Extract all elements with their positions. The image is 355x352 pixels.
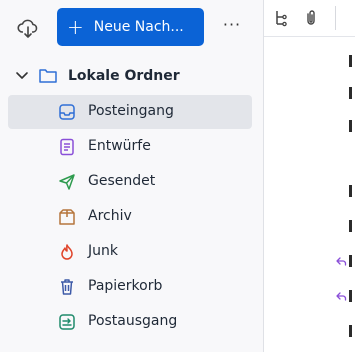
inbox-icon [59,104,75,120]
message-list-pane [264,0,355,352]
column-divider [335,6,336,30]
drafts-icon [60,138,74,156]
folder-icon [39,69,57,83]
sent-icon [59,174,75,190]
folder-toolbar: + Neue Nach... ··· [0,0,263,50]
folder-junk[interactable]: Junk [8,235,252,269]
folder-label: Gesendet [88,173,156,189]
message-row-marker [349,87,352,99]
message-row-marker [349,185,352,197]
message-row-marker [349,120,352,132]
folder-label: Junk [88,243,118,259]
message-list-header [264,0,355,37]
message-row-marker [349,325,352,337]
junk-icon [61,244,73,260]
plus-icon: + [67,15,84,39]
folder-inbox[interactable]: Posteingang [8,95,252,129]
message-row-marker [349,290,352,302]
folder-archive[interactable]: Archiv [8,200,252,234]
thread-icon[interactable] [274,9,288,27]
message-row-marker [349,55,352,67]
message-row-marker [349,220,352,232]
message-row-marker [349,255,352,267]
reply-icon [336,257,347,266]
folder-outbox[interactable]: Postausgang [8,305,252,339]
attachment-icon[interactable] [304,9,318,27]
chevron-down-icon [16,72,28,79]
folder-label: Archiv [88,208,132,224]
folder-drafts[interactable]: Entwürfe [8,130,252,164]
outbox-icon [59,314,75,330]
reply-icon [336,292,347,301]
get-messages-button[interactable] [16,17,40,41]
folder-label: Entwürfe [88,138,151,154]
account-row[interactable]: Lokale Ordner [0,62,263,92]
trash-icon [61,279,73,295]
new-message-button[interactable]: + Neue Nach... [57,8,204,46]
more-options-button[interactable]: ··· [221,17,243,38]
folder-label: Postausgang [88,313,178,329]
folder-label: Posteingang [88,103,174,119]
archive-icon [59,209,75,225]
folder-pane: + Neue Nach... ··· Lokale Ordner Postein… [0,0,264,352]
cloud-download-icon [17,19,38,38]
folder-label: Papierkorb [88,278,163,294]
account-name: Lokale Ordner [68,68,180,84]
folder-sent[interactable]: Gesendet [8,165,252,199]
folder-trash[interactable]: Papierkorb [8,270,252,304]
new-message-label: Neue Nach... [93,19,184,35]
